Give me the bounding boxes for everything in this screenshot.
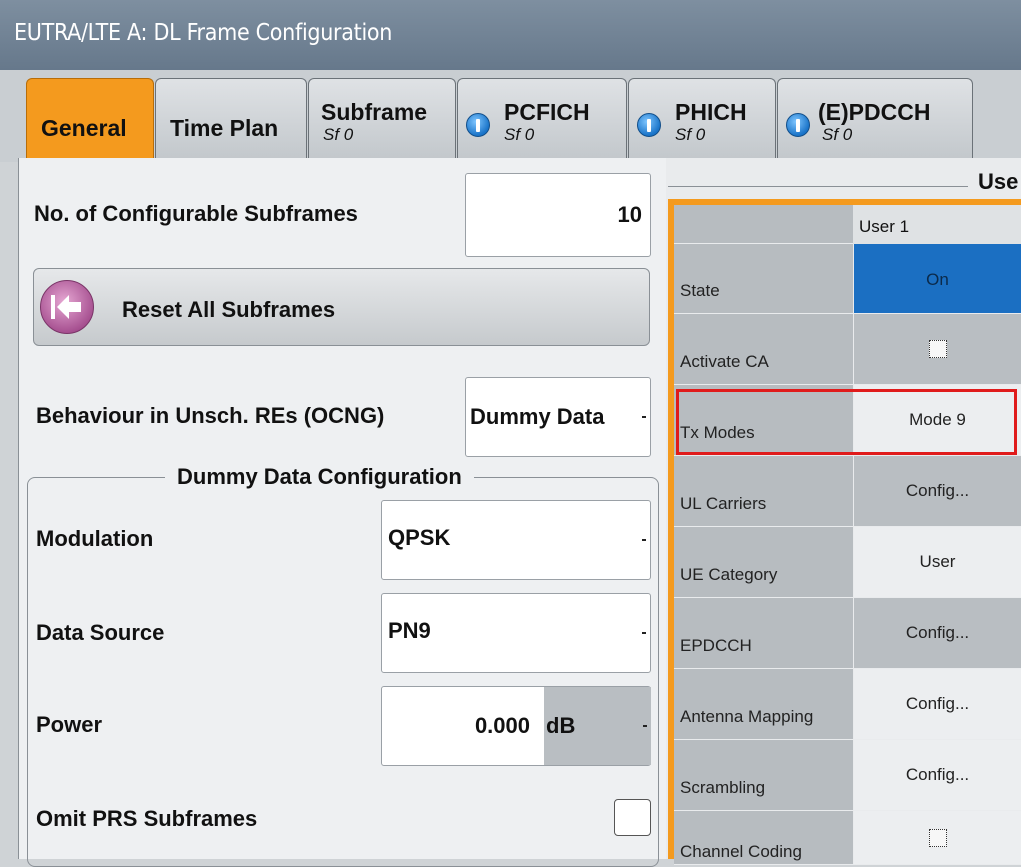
tab-epdcch-label: (E)PDCCH <box>818 99 931 125</box>
tab-phich-label: PHICH <box>675 99 747 125</box>
tab-general[interactable]: General <box>26 78 154 158</box>
info-icon <box>466 113 490 137</box>
power-unit: dB <box>546 713 576 738</box>
tab-epdcch-sub: Sf 0 <box>822 125 853 144</box>
window-title: EUTRA/LTE A: DL Frame Configuration <box>14 20 393 46</box>
antenna-mapping-button[interactable]: Config... <box>853 669 1021 740</box>
modulation-value: QPSK <box>388 525 451 550</box>
activate-ca-checkbox[interactable] <box>928 340 947 358</box>
channel-coding-checkbox[interactable] <box>928 828 947 847</box>
chevron-down-icon <box>642 416 646 418</box>
row-label-antenna-mapping: Antenna Mapping <box>674 669 853 740</box>
row-label-tx-modes: Tx Modes <box>674 385 853 456</box>
info-icon <box>786 113 810 137</box>
row-label-epdcch: EPDCCH <box>674 598 853 669</box>
row-label-ul-carriers: UL Carriers <box>674 456 853 527</box>
reset-all-subframes-label: Reset All Subframes <box>122 297 336 322</box>
chevron-down-icon <box>643 725 647 727</box>
info-icon <box>637 113 661 137</box>
ul-carriers-button[interactable]: Config... <box>853 456 1021 527</box>
omit-prs-label: Omit PRS Subframes <box>36 806 258 831</box>
modulation-label: Modulation <box>36 526 154 551</box>
tab-general-label: General <box>41 115 127 141</box>
tab-pcfich[interactable]: PCFICH Sf 0 <box>457 78 627 158</box>
tab-time-plan[interactable]: Time Plan <box>155 78 307 158</box>
activate-ca-cell <box>853 314 1021 385</box>
data-source-label: Data Source <box>36 620 165 645</box>
tx-modes-select[interactable]: Mode 9 <box>853 385 1021 456</box>
tab-phich[interactable]: PHICH Sf 0 <box>628 78 776 158</box>
row-label-ue-category: UE Category <box>674 527 853 598</box>
user-config-table: User 1 State On Activate CA Tx Modes Mod… <box>668 199 1021 865</box>
tab-subframe[interactable]: Subframe Sf 0 <box>308 78 456 158</box>
power-unit-select[interactable]: dB <box>544 687 651 765</box>
epdcch-button[interactable]: Config... <box>853 598 1021 669</box>
dummy-data-title: Dummy Data Configuration <box>165 464 474 490</box>
chevron-down-icon <box>642 632 646 634</box>
table-corner <box>674 205 853 244</box>
tab-subframe-sub: Sf 0 <box>323 125 354 144</box>
column-header-user-1: User 1 <box>853 205 1021 244</box>
chevron-down-icon <box>642 539 646 541</box>
tab-time-plan-label: Time Plan <box>170 115 279 141</box>
configurable-subframes-label: No. of Configurable Subframes <box>34 201 358 226</box>
tab-epdcch[interactable]: (E)PDCCH Sf 0 <box>777 78 973 158</box>
channel-coding-cell <box>853 811 1021 865</box>
title-bar: EUTRA/LTE A: DL Frame Configuration <box>0 0 1021 71</box>
scrambling-button[interactable]: Config... <box>853 740 1021 811</box>
behaviour-ocng-select[interactable]: Dummy Data <box>465 377 651 457</box>
tab-phich-sub: Sf 0 <box>675 125 706 144</box>
data-source-value: PN9 <box>388 618 431 643</box>
row-label-channel-coding: Channel Coding <box>674 811 853 865</box>
reset-all-subframes-button[interactable]: Reset All Subframes <box>33 268 650 346</box>
power-value: 0.000 <box>474 713 530 738</box>
behaviour-ocng-label: Behaviour in Unsch. REs (OCNG) <box>36 403 385 428</box>
configurable-subframes-value: 10 <box>617 202 642 227</box>
tab-pcfich-sub: Sf 0 <box>504 125 535 144</box>
state-toggle[interactable]: On <box>853 244 1021 314</box>
tab-pcfich-label: PCFICH <box>504 99 590 125</box>
power-label: Power <box>36 712 103 737</box>
row-label-state: State <box>674 244 853 314</box>
modulation-select[interactable]: QPSK <box>381 500 651 580</box>
configurable-subframes-input[interactable]: 10 <box>465 173 651 257</box>
row-label-scrambling: Scrambling <box>674 740 853 811</box>
ue-category-select[interactable]: User <box>853 527 1021 598</box>
power-input[interactable]: 0.000 dB <box>381 686 651 766</box>
row-label-activate-ca: Activate CA <box>674 314 853 385</box>
tab-subframe-label: Subframe <box>321 99 428 125</box>
divider <box>668 186 968 187</box>
omit-prs-checkbox[interactable] <box>614 799 651 836</box>
behaviour-ocng-value: Dummy Data <box>470 404 605 429</box>
arrow-left-icon <box>40 280 94 334</box>
user-config-title: Use <box>978 169 1019 194</box>
data-source-select[interactable]: PN9 <box>381 593 651 673</box>
